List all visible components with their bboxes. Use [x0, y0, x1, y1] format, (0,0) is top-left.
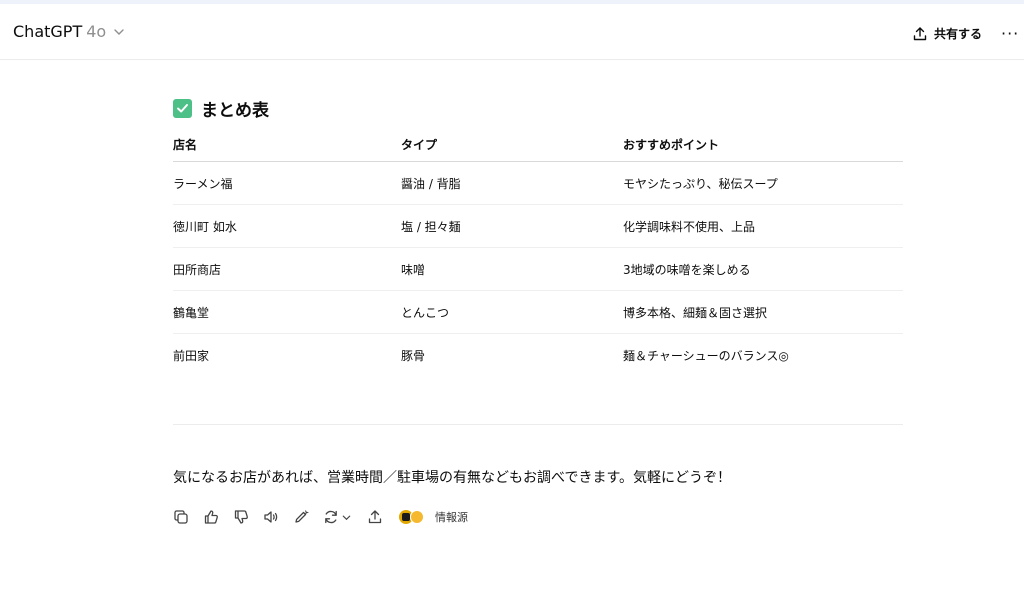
- column-header: 店名: [173, 136, 401, 162]
- more-options-button[interactable]: ···: [1001, 24, 1019, 43]
- model-version: 4o: [86, 22, 107, 41]
- table-cell: とんこつ: [401, 290, 623, 334]
- good-response-button[interactable]: [203, 507, 233, 527]
- table-cell: 麺＆チャーシューのバランス◎: [623, 348, 789, 363]
- table-cell: 化学調味料不使用、上品: [623, 204, 903, 248]
- table-row: 鶴亀堂 とんこつ 博多本格、細麺＆固さ選択: [173, 290, 903, 334]
- edit-icon: [295, 510, 309, 523]
- table-cell: 3地域の味噌を楽しめる: [623, 247, 903, 291]
- sources-button[interactable]: 情報源: [399, 509, 468, 525]
- sources-label: 情報源: [435, 511, 468, 524]
- table-cell: 塩 / 担々麺: [401, 204, 623, 248]
- thumbs-down-icon: [234, 510, 248, 524]
- copy-icon: [174, 510, 188, 524]
- table-cell: 豚骨: [401, 348, 426, 363]
- chevron-down-icon: [114, 28, 124, 35]
- table-cell: 田所商店: [173, 247, 401, 291]
- upload-icon: [368, 510, 382, 524]
- table-cell: 徳川町 如水: [173, 204, 401, 248]
- table-row: 徳川町 如水 塩 / 担々麺 化学調味料不使用、上品: [173, 204, 903, 248]
- table-cell: モヤシたっぷり、秘伝スープ: [623, 161, 903, 205]
- summary-table: 店名 タイプ おすすめポイント ラーメン福 醤油 / 背脂 モヤシたっぷり、秘伝…: [173, 136, 903, 376]
- thumbs-up-icon: [204, 510, 218, 524]
- column-header: タイプ: [401, 136, 623, 162]
- bad-response-button[interactable]: [233, 507, 263, 527]
- source-favicons: [399, 509, 429, 525]
- regenerate-icon: [325, 510, 337, 524]
- table-cell: 鶴亀堂: [173, 290, 401, 334]
- app-name: ChatGPT: [13, 22, 83, 41]
- table-cell: 醤油 / 背脂: [401, 161, 623, 205]
- regenerate-button[interactable]: [323, 507, 367, 527]
- share-icon: [913, 26, 927, 40]
- table-cell: 味噌: [401, 247, 623, 291]
- share-label: 共有する: [934, 27, 983, 41]
- copy-button[interactable]: [173, 507, 203, 527]
- section-heading: まとめ表: [173, 96, 903, 121]
- heading-text: まとめ表: [201, 100, 269, 121]
- table-row: ラーメン福 醤油 / 背脂 モヤシたっぷり、秘伝スープ: [173, 161, 903, 205]
- chevron-down-icon: [342, 515, 351, 520]
- table-cell: 前田家: [173, 348, 210, 363]
- section-divider: [173, 424, 903, 425]
- table-cell: 博多本格、細麺＆固さ選択: [623, 290, 903, 334]
- assistant-response: まとめ表 店名 タイプ おすすめポイント ラーメン福 醤油 / 背脂 モヤシたっ…: [173, 96, 903, 363]
- response-message: 気になるお店があれば、営業時間／駐車場の有無などもお調べできます。気軽にどうぞ！: [173, 470, 732, 486]
- top-bar: ChatGPT 4o 共有する ···: [0, 4, 1024, 60]
- source-favicon: [410, 510, 424, 524]
- table-header-row: 店名 タイプ おすすめポイント: [173, 136, 903, 162]
- table-row: 田所商店 味噌 3地域の味噌を楽しめる: [173, 247, 903, 291]
- edit-button[interactable]: [293, 507, 323, 527]
- message-actions: 情報源: [173, 507, 468, 527]
- table-cell: ラーメン福: [173, 161, 401, 205]
- check-icon: [173, 98, 192, 118]
- model-selector[interactable]: ChatGPT 4o: [13, 22, 126, 41]
- share-response-button[interactable]: [367, 507, 397, 527]
- table-row: 前田家 豚骨 麺＆チャーシューのバランス◎: [173, 334, 903, 377]
- share-button[interactable]: 共有する: [912, 25, 982, 42]
- speaker-icon: [264, 511, 278, 523]
- read-aloud-button[interactable]: [263, 507, 293, 527]
- column-header: おすすめポイント: [623, 136, 903, 162]
